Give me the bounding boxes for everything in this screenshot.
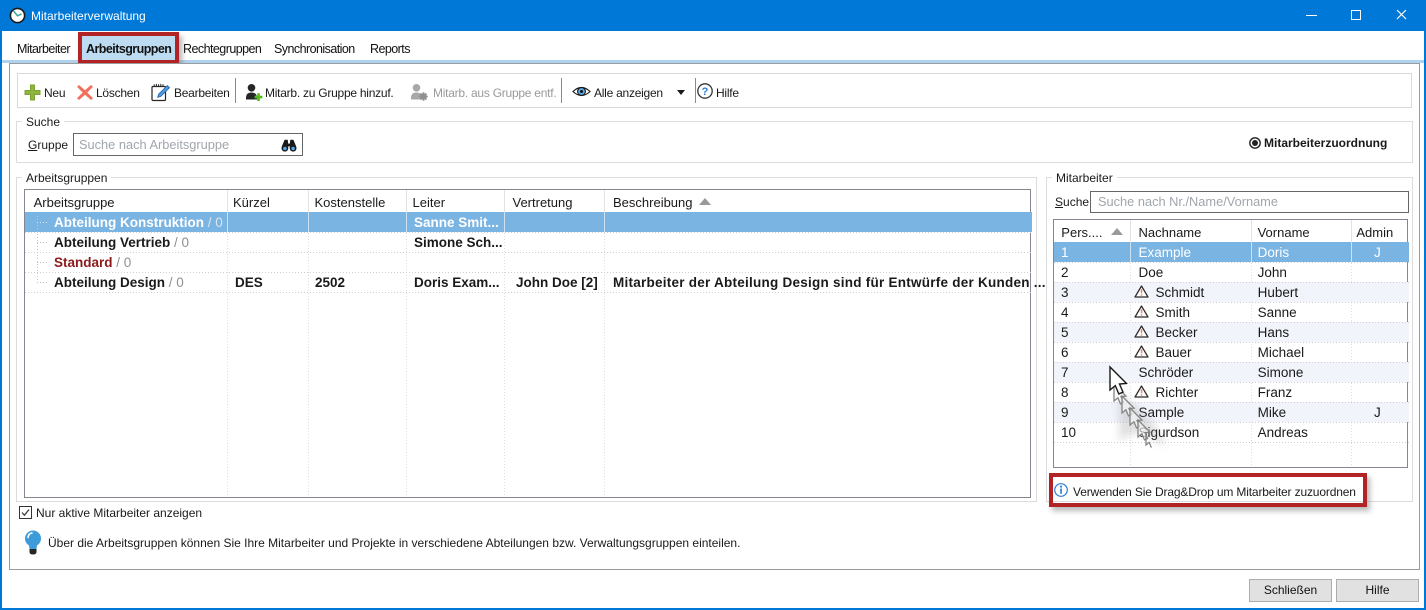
svg-text:?: ? — [702, 86, 709, 98]
